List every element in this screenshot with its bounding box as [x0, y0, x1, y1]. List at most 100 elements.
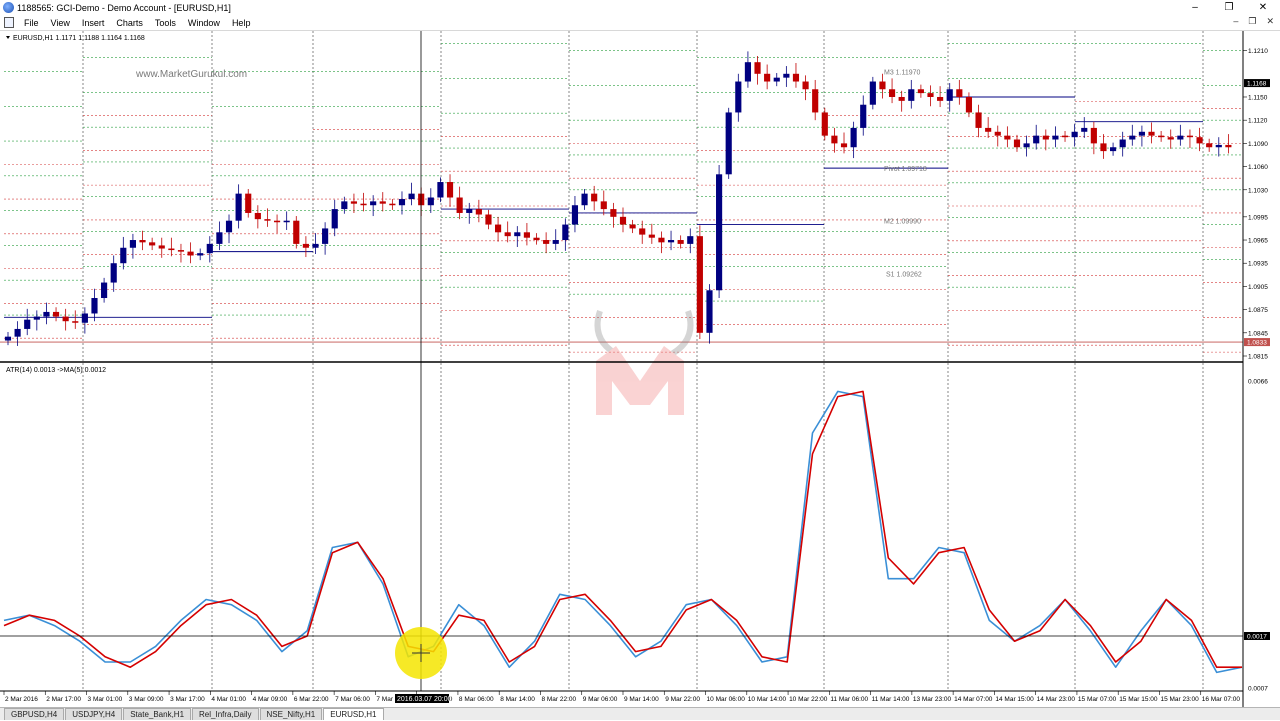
time-label: 16 Mar 07:00 — [1202, 696, 1241, 703]
menu-charts[interactable]: Charts — [110, 18, 149, 28]
menu-help[interactable]: Help — [226, 18, 257, 28]
candle-body — [927, 93, 934, 97]
menu-file[interactable]: File — [18, 18, 45, 28]
tab-gbpusd-h4[interactable]: GBPUSD,H4 — [4, 708, 65, 720]
candle-body — [514, 232, 521, 237]
candle-body — [149, 242, 156, 246]
candle-body — [139, 240, 146, 243]
candle-body — [802, 81, 809, 90]
time-label: 2 Mar 2016 — [5, 696, 38, 703]
candle-body — [571, 205, 579, 225]
candle-body — [783, 73, 790, 78]
time-label: 8 Mar 22:00 — [541, 696, 576, 703]
symbol-header: EURUSD,H1 1.1171 1.1188 1.1164 1.1168 — [6, 35, 145, 42]
tab-rel-infra-daily[interactable]: Rel_Infra,Daily — [192, 708, 259, 720]
candle-body — [437, 182, 444, 198]
candle-body — [610, 209, 617, 217]
candle-body — [908, 89, 915, 101]
candle-body — [360, 203, 367, 206]
mdi-close-button[interactable]: ✕ — [1266, 16, 1274, 27]
atr-line — [3, 390, 1243, 674]
candle-body — [946, 89, 953, 101]
candle-body — [235, 193, 242, 221]
time-label: 6 Mar 22:00 — [294, 696, 329, 703]
restore-button[interactable]: ❐ — [1212, 0, 1246, 15]
menu-tools[interactable]: Tools — [149, 18, 182, 28]
candle-body — [716, 174, 723, 291]
chart-tab-bar: GBPUSD,H4 USDJPY,H4 State_Bank,H1 Rel_In… — [0, 707, 1280, 720]
candle-body — [91, 298, 98, 314]
watermark-text: www.MarketGurukul.com — [135, 69, 247, 80]
menu-view[interactable]: View — [45, 18, 76, 28]
candle-body — [600, 201, 607, 210]
candle-body — [283, 220, 290, 223]
chart-window[interactable]: M3 1.11970 Pivot 1.09718 M2 1.09990 S1 1.09… — [0, 31, 1280, 707]
candle-body — [1033, 135, 1040, 144]
candle-body — [350, 201, 358, 204]
time-label: 9 Mar 06:00 — [583, 696, 618, 703]
candle-body — [1225, 144, 1232, 148]
minimize-button[interactable]: – — [1178, 0, 1212, 15]
candle-body — [821, 112, 828, 136]
chart-canvas[interactable]: M3 1.11970 Pivot 1.09718 M2 1.09990 S1 1.09… — [0, 31, 1280, 707]
time-label: 7 Mar 06:00 — [335, 696, 370, 703]
indicator-tick-label: 0.0007 — [1248, 686, 1268, 693]
time-label: 11 Mar 06:00 — [830, 696, 868, 703]
menu-window[interactable]: Window — [182, 18, 226, 28]
candle-body — [216, 232, 223, 244]
time-label: 15 Mar 15:00 — [1119, 696, 1158, 703]
time-label: 4 Mar 09:00 — [253, 696, 288, 703]
candle-body — [398, 199, 406, 206]
crosshair-time-label: 2016.03.07 20:00 — [397, 696, 452, 703]
price-tick-label: 1.1150 — [1248, 94, 1268, 101]
price-axis[interactable]: 1.1210 1.1150 1.1120 1.1090 1.1060 1.1030 1.09… — [1243, 48, 1270, 693]
candle-body — [1167, 137, 1174, 140]
candle-body — [1215, 144, 1222, 148]
price-tick-label: 1.0905 — [1248, 284, 1268, 291]
candle-body — [302, 243, 309, 248]
candle-body — [812, 89, 819, 113]
candle-body — [860, 104, 867, 128]
candle-body — [370, 201, 377, 206]
price-tick-label: 1.0965 — [1248, 238, 1268, 245]
price-tick-label: 1.0875 — [1248, 307, 1268, 314]
price-tick-label: 1.0845 — [1248, 330, 1268, 337]
menu-insert[interactable]: Insert — [76, 18, 111, 28]
candle-body — [245, 193, 252, 213]
candle-body — [1023, 143, 1030, 148]
mdi-minimize-button[interactable]: – — [1233, 16, 1238, 27]
close-button[interactable]: ✕ — [1246, 0, 1280, 15]
time-label: 8 Mar 14:00 — [500, 696, 535, 703]
candle-body — [591, 193, 598, 202]
price-tick-label: 1.1090 — [1248, 141, 1268, 148]
candle-body — [475, 209, 482, 215]
tab-state-bank-h1[interactable]: State_Bank,H1 — [123, 708, 192, 720]
price-tick-label: 1.0995 — [1248, 214, 1268, 221]
pivot-label: M3 1.11970 — [884, 69, 921, 76]
candle-body — [1071, 131, 1078, 138]
price-tick-label: 1.0935 — [1248, 261, 1268, 268]
candle-body — [1206, 143, 1213, 148]
candle-body — [120, 247, 127, 264]
candle-body — [1119, 139, 1126, 148]
atr-indicator — [3, 390, 1243, 674]
candle-body — [177, 250, 185, 252]
price-tick-label: 1.0815 — [1248, 354, 1268, 361]
candle-body — [1013, 139, 1021, 148]
tab-eurusd-h1[interactable]: EURUSD,H1 — [323, 708, 384, 720]
time-label: 10 Mar 06:00 — [707, 696, 746, 703]
candle-body — [792, 73, 800, 82]
candle-body — [1052, 135, 1059, 140]
candle-body — [658, 237, 665, 243]
tab-usdjpy-h4[interactable]: USDJPY,H4 — [65, 708, 123, 720]
candle-body — [764, 73, 771, 82]
tab-nse-nifty-h1[interactable]: NSE_Nifty,H1 — [259, 708, 323, 720]
candle-body — [1110, 147, 1117, 152]
price-tick-label: 1.1210 — [1248, 48, 1268, 55]
pivot-label: M2 1.09990 — [884, 219, 921, 226]
candle-body — [197, 253, 204, 256]
mdi-restore-button[interactable]: ❐ — [1248, 16, 1256, 27]
chart-document-icon[interactable] — [4, 17, 14, 28]
candle-body — [62, 316, 69, 322]
pivot-label: S1 1.09262 — [886, 271, 922, 278]
